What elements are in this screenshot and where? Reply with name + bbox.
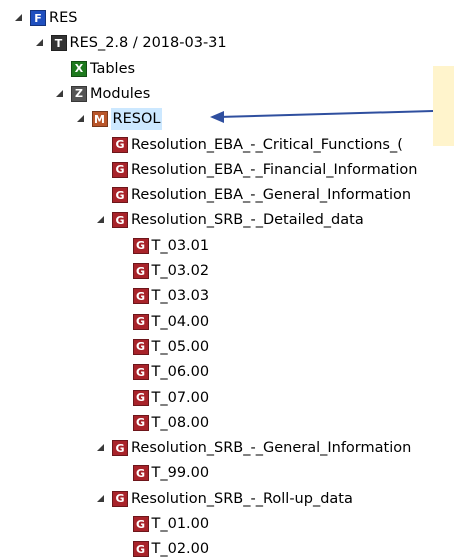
group-icon: G xyxy=(132,516,149,532)
tree-node[interactable]: G T_07.00 xyxy=(117,387,210,409)
module-icon: M xyxy=(91,111,108,128)
tree-node[interactable]: G T_03.03 xyxy=(117,285,210,307)
group-icon: G xyxy=(112,212,128,229)
group-icon: G xyxy=(112,490,128,507)
expand-arrow-icon[interactable] xyxy=(117,467,129,479)
tree-node-label: RES xyxy=(49,10,78,26)
expand-arrow-icon[interactable] xyxy=(117,417,129,429)
tree-node[interactable]: G T_99.00 xyxy=(117,462,210,484)
tree-node[interactable]: G Resolution_EBA_-_Financial_Information xyxy=(96,159,417,181)
tree-node-label: Modules xyxy=(90,85,151,102)
tables-icon: X xyxy=(71,60,87,77)
tree-node[interactable]: G Resolution_EBA_-_Critical_Functions_( xyxy=(96,134,403,156)
group-icon: G xyxy=(132,263,149,279)
tree-node[interactable]: T RES_2.8 / 2018-03-31 xyxy=(35,32,227,54)
group-icon: G xyxy=(132,364,149,381)
tree-node-label: T_04.00 xyxy=(151,313,210,330)
expand-arrow-icon[interactable] xyxy=(117,316,129,328)
taxonomy-tree: F RES T RES_2.8 / 2018-03-31 X Tables Z Modules… xyxy=(0,0,454,558)
collapse-arrow-icon[interactable] xyxy=(55,88,67,100)
tree-node-label: RESOL xyxy=(110,108,163,131)
group-icon: G xyxy=(132,288,149,305)
expand-arrow-icon[interactable] xyxy=(117,366,129,378)
framework-icon: F xyxy=(30,10,46,26)
expand-arrow-icon[interactable] xyxy=(117,265,129,277)
expand-arrow-icon[interactable] xyxy=(96,139,108,151)
tree-node[interactable]: F RES xyxy=(14,7,77,29)
tree-node[interactable]: G T_03.02 xyxy=(117,260,210,282)
tree-node-label: T_06.00 xyxy=(151,364,210,381)
tree-node[interactable]: G T_08.00 xyxy=(117,412,210,434)
group-icon: G xyxy=(132,237,149,254)
group-icon: G xyxy=(132,338,149,355)
collapse-arrow-icon[interactable] xyxy=(96,493,108,505)
tree-node-label: T_03.03 xyxy=(151,288,210,305)
tree-node-label: T_99.00 xyxy=(151,465,210,482)
collapse-arrow-icon[interactable] xyxy=(14,12,26,24)
tree-node[interactable]: Z Modules xyxy=(55,83,150,105)
group-icon: G xyxy=(112,440,128,457)
tree-node-label: Resolution_EBA_-_General_Information xyxy=(131,187,412,204)
group-icon: G xyxy=(112,161,128,178)
tree-node-label: Tables xyxy=(90,60,136,77)
tree-node-label: T_03.01 xyxy=(151,237,210,254)
expand-arrow-icon[interactable] xyxy=(55,63,67,75)
modules-icon: Z xyxy=(71,85,87,102)
tree-node[interactable]: M RESOL xyxy=(76,108,163,131)
group-icon: G xyxy=(112,187,128,204)
tree-node-label: Resolution_SRB_-_Detailed_data xyxy=(131,212,364,229)
collapse-arrow-icon[interactable] xyxy=(96,442,108,454)
tree-node[interactable]: X Tables xyxy=(55,58,135,80)
collapse-arrow-icon[interactable] xyxy=(96,214,108,226)
tree-node[interactable]: G T_03.01 xyxy=(117,235,210,257)
collapse-arrow-icon[interactable] xyxy=(35,37,47,49)
tree-node[interactable]: G T_06.00 xyxy=(117,361,210,383)
tree-node[interactable]: G Resolution_EBA_-_General_Information xyxy=(96,184,411,206)
expand-arrow-icon[interactable] xyxy=(96,189,108,201)
group-icon: G xyxy=(132,465,149,482)
collapse-arrow-icon[interactable] xyxy=(76,113,88,125)
expand-arrow-icon[interactable] xyxy=(117,518,129,530)
tree-node[interactable]: G Resolution_SRB_-_Roll-up_data xyxy=(96,488,353,510)
tree-node-label: RES_2.8 / 2018-03-31 xyxy=(69,35,227,52)
tree-node-label: Resolution_SRB_-_General_Information xyxy=(131,440,412,457)
tree-node[interactable]: G Resolution_SRB_-_Detailed_data xyxy=(96,209,364,231)
group-icon: G xyxy=(132,541,149,558)
expand-arrow-icon[interactable] xyxy=(117,392,129,404)
expand-arrow-icon[interactable] xyxy=(117,290,129,302)
taxonomy-icon: T xyxy=(50,35,67,52)
tree-node-label: T_01.00 xyxy=(151,516,210,532)
tree-node-label: Resolution_EBA_-_Critical_Functions_( xyxy=(131,136,403,153)
tree-node[interactable]: G T_01.00 xyxy=(117,513,210,535)
group-icon: G xyxy=(132,313,149,330)
tree-node-label: T_07.00 xyxy=(151,389,210,406)
expand-arrow-icon[interactable] xyxy=(117,543,129,555)
tree-node[interactable]: G Resolution_SRB_-_General_Information xyxy=(96,437,411,459)
group-icon: G xyxy=(132,389,149,406)
tree-node-label: T_05.00 xyxy=(151,338,210,355)
callout-note xyxy=(433,66,454,146)
tree-node-label: Resolution_EBA_-_Financial_Information xyxy=(131,161,418,178)
expand-arrow-icon[interactable] xyxy=(117,341,129,353)
group-icon: G xyxy=(112,136,128,153)
tree-node-label: T_03.02 xyxy=(151,263,210,279)
expand-arrow-icon[interactable] xyxy=(117,240,129,252)
expand-arrow-icon[interactable] xyxy=(96,164,108,176)
tree-node-label: T_08.00 xyxy=(151,414,210,431)
tree-node[interactable]: G T_04.00 xyxy=(117,311,210,333)
group-icon: G xyxy=(132,414,149,431)
tree-node[interactable]: G T_05.00 xyxy=(117,336,210,358)
tree-node-label: Resolution_SRB_-_Roll-up_data xyxy=(131,490,353,507)
